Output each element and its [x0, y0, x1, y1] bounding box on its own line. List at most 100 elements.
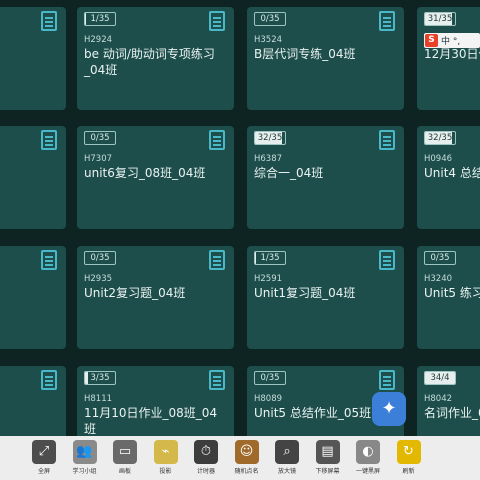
toolbar-item-label: 计时器	[196, 468, 215, 475]
homework-card[interactable]: 32/35 H0946 Unit4 总结班	[417, 126, 480, 229]
toolbar-item-blackscreen[interactable]: ◐ 一键黑屏	[351, 440, 385, 480]
assistant-button[interactable]: ✦	[372, 392, 406, 426]
homework-title: 12月30日作	[424, 47, 480, 61]
ime-label: 中 °,	[441, 37, 461, 47]
homework-code: H8089	[254, 394, 283, 404]
document-icon	[209, 370, 225, 390]
toolbar-item-timer[interactable]: ⏱ 计时器	[189, 440, 223, 480]
toolbar-item-random-call[interactable]: ☺ 随机点名	[230, 440, 264, 480]
homework-title: B层代词专练_04班	[254, 47, 356, 61]
homework-card[interactable]: 0/35 H3524 B层代词专练_04班	[247, 7, 404, 110]
submission-count-badge: 0/35	[254, 371, 286, 385]
toolbar-item-label: 下移屏幕	[315, 468, 340, 475]
homework-card[interactable]: 0/35 H7307 unit6复习_08班_04班	[77, 126, 234, 229]
homework-title: 1班_04班	[0, 405, 60, 421]
homework-card[interactable]: 班	[0, 7, 66, 110]
homework-grid: 班 1/35 H2924 be 动词/助动词专项练习_04班 0/35 H3524 B层代词…	[0, 0, 480, 436]
toolbar-item-label: 刷新	[402, 468, 415, 475]
submission-count-badge: 0/35	[84, 251, 116, 265]
homework-code: H8042	[424, 394, 453, 404]
homework-title: be 动词/助动词专项练习_04班	[84, 47, 215, 77]
blackscreen-icon: ◐	[356, 440, 380, 464]
homework-card[interactable]: 34/4 H8042 名词作业_04	[417, 366, 480, 436]
homework-title: 综合一_04班	[254, 166, 324, 180]
sogou-icon: S	[425, 34, 438, 47]
magnifier-icon: ⌕	[275, 440, 299, 464]
toolbar-item-expand[interactable]: ⤢ 全屏	[27, 440, 61, 480]
toolbar-item-label: 放大镜	[277, 468, 296, 475]
homework-card[interactable]: 0/35 H2935 Unit2复习题_04班	[77, 246, 234, 349]
submission-count-badge: 31/35	[424, 12, 456, 26]
homework-title: Unit2复习题_04班	[84, 286, 186, 300]
homework-title: 班	[0, 46, 60, 62]
bird-icon: ✦	[381, 398, 397, 419]
toolbar-item-label: 随机点名	[234, 468, 259, 475]
toolbar-item-label: 学习小组	[72, 468, 97, 475]
projector-icon: ⌁	[153, 440, 178, 464]
document-icon	[209, 250, 225, 270]
homework-card[interactable]: 32/35 H6387 综合一_04班	[247, 126, 404, 229]
homework-code: H3524	[254, 35, 283, 45]
document-icon	[209, 11, 225, 31]
screen-down-icon: ▤	[315, 440, 340, 464]
homework-card[interactable]: 1/35 H2924 be 动词/助动词专项练习_04班	[77, 7, 234, 110]
toolbar-item-label: 一键黑屏	[355, 468, 380, 475]
homework-card[interactable]: 0/35 H3240 Unit5 练习	[417, 246, 480, 349]
submission-count-badge: 34/4	[424, 371, 456, 385]
toolbar-item-label: 画板	[118, 468, 131, 475]
homework-code: H0946	[424, 154, 453, 164]
homework-title: Unit1复习题_04班	[254, 286, 356, 300]
board-icon: ▭	[113, 440, 137, 464]
submission-count-badge: 1/35	[84, 12, 116, 26]
homework-title: 名词作业_04	[424, 406, 480, 420]
homework-card[interactable]: 31/35 12月30日作	[417, 7, 480, 110]
homework-card[interactable]: 3/35 H8111 11月10日作业_08班_04班	[77, 366, 234, 436]
toolbar-item-projector[interactable]: ⌁ 投影	[149, 440, 183, 480]
toolbar-item-label: 全屏	[37, 468, 50, 475]
submission-count-badge: 0/35	[424, 251, 456, 265]
submission-count-badge: 32/35	[424, 131, 456, 145]
toolbar-item-label: 投影	[159, 468, 172, 475]
timer-icon: ⏱	[194, 440, 218, 464]
submission-count-badge: 3/35	[84, 371, 116, 385]
toolbar-item-board[interactable]: ▭ 画板	[108, 440, 142, 480]
homework-code: H2935	[84, 274, 113, 284]
submission-count-badge: 0/35	[84, 131, 116, 145]
toolbar-item-screen-down[interactable]: ▤ 下移屏幕	[311, 440, 345, 480]
homework-code: H7307	[84, 154, 113, 164]
toolbar-item-refresh[interactable]: ↻ 刷新	[392, 440, 426, 480]
submission-count-badge: 1/35	[254, 251, 286, 265]
document-icon	[41, 370, 57, 390]
document-icon	[379, 11, 395, 31]
homework-card[interactable]: _04班	[0, 246, 66, 349]
document-icon	[41, 250, 57, 270]
submission-count-badge: 0/35	[254, 12, 286, 26]
homework-code: H6387	[254, 154, 283, 164]
homework-title: _04班	[0, 285, 60, 301]
homework-title: 04班	[0, 165, 60, 181]
toolbar-item-group[interactable]: 👥 学习小组	[68, 440, 102, 480]
homework-code: H2591	[254, 274, 283, 284]
expand-icon: ⤢	[32, 440, 56, 464]
homework-card[interactable]: 1/35 H2591 Unit1复习题_04班	[247, 246, 404, 349]
document-icon	[41, 11, 57, 31]
homework-title: Unit4 总结班	[424, 166, 480, 180]
toolbar-item-magnifier[interactable]: ⌕ 放大镜	[270, 440, 304, 480]
document-icon	[379, 250, 395, 270]
refresh-icon: ↻	[396, 440, 421, 464]
document-icon	[41, 130, 57, 150]
homework-title: 11月10日作业_08班_04班	[84, 406, 218, 436]
document-icon	[209, 130, 225, 150]
submission-count-badge: 32/35	[254, 131, 286, 145]
group-icon: 👥	[72, 440, 97, 464]
ime-indicator[interactable]: S 中 °,	[424, 33, 480, 48]
homework-code: H8111	[84, 394, 113, 404]
homework-title: Unit5 练习	[424, 286, 480, 300]
document-icon	[379, 130, 395, 150]
random-call-icon: ☺	[234, 440, 259, 464]
homework-code: H2924	[84, 35, 113, 45]
homework-card[interactable]: 04班	[0, 126, 66, 229]
homework-card[interactable]: 1班_04班	[0, 366, 66, 436]
homework-code: H3240	[424, 274, 453, 284]
document-icon	[379, 370, 395, 390]
